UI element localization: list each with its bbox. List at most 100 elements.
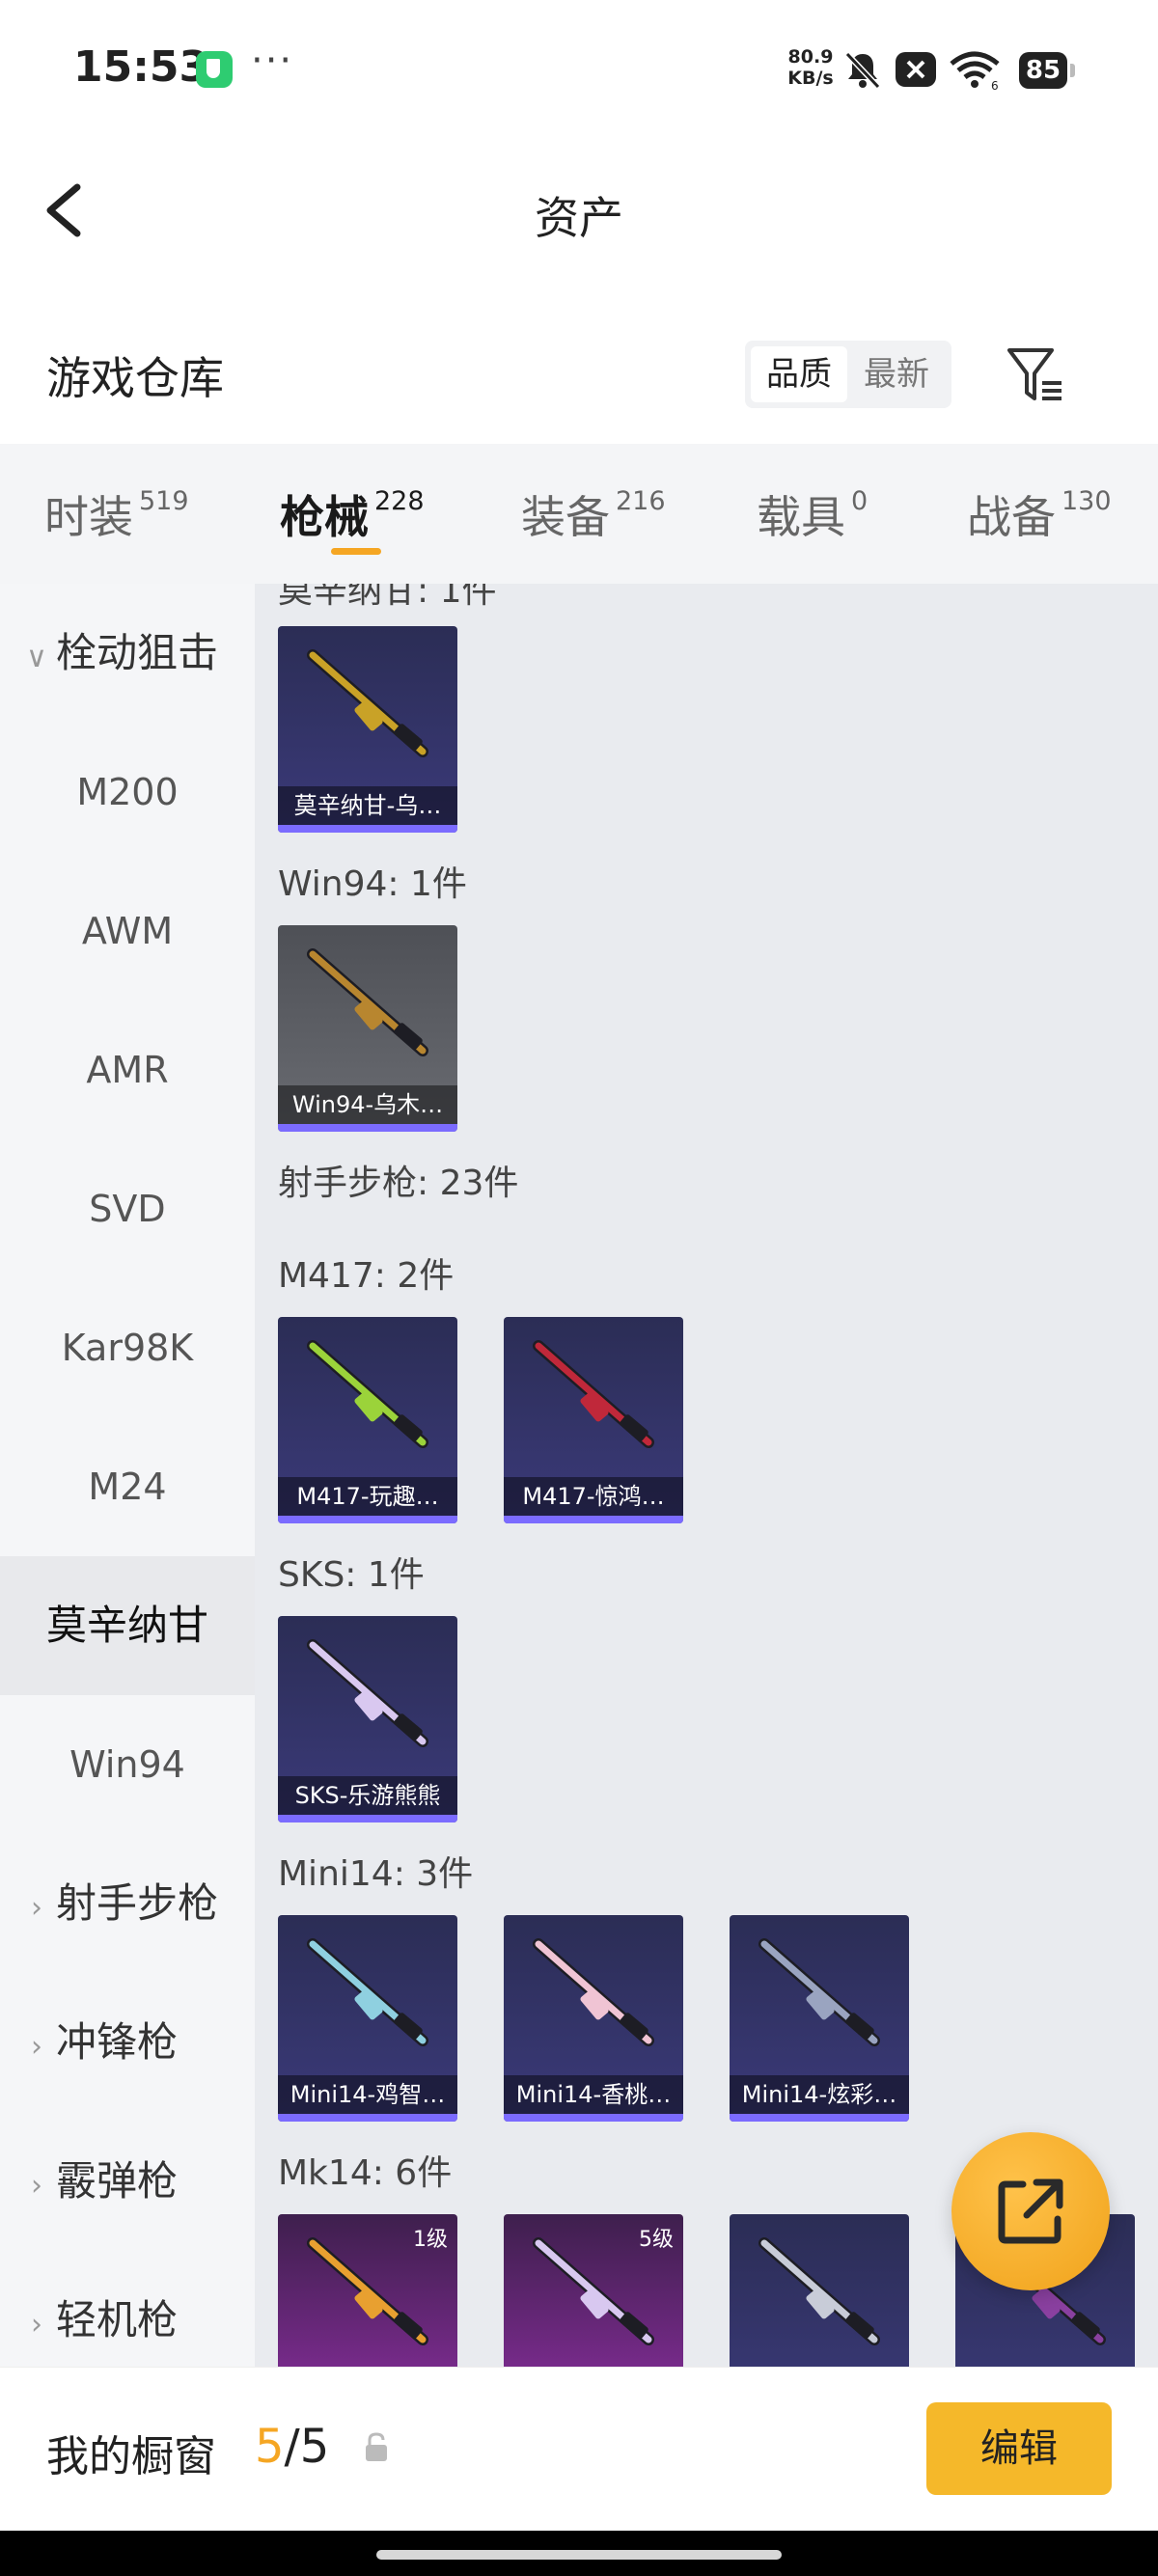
level-badge: 1级 (413, 2228, 448, 2252)
share-out-button[interactable] (951, 2132, 1110, 2290)
weapon-card[interactable]: 1级 (278, 2214, 457, 2367)
showcase-current: 5 (255, 2420, 285, 2474)
sidebar-group-shotgun[interactable]: › 霰弹枪 (0, 2112, 255, 2251)
weapon-category-sidebar: ∨ 栓动狙击 M200 AWM AMR SVD Kar98K M24 莫辛纳甘 W… (0, 584, 255, 2367)
weapon-card-name: M417-玩趣… (278, 1477, 457, 1516)
weapon-card-name: Mini14-炫彩… (730, 2075, 909, 2114)
network-speed-unit: KB/s (787, 68, 834, 89)
status-bar: 15:53 ··· 80.9 KB/s 6 85 (0, 0, 1158, 135)
tab-count: 216 (616, 486, 666, 516)
weapon-card[interactable]: 5级 (504, 2214, 683, 2367)
chevron-right-icon: › (31, 1891, 42, 1925)
tab-label: 战备 (967, 491, 1056, 543)
sidebar-item-label: 射手步枪 (56, 1879, 219, 1927)
showcase-label: 我的橱窗 (46, 2432, 216, 2481)
gun-skin-image (307, 1938, 428, 2046)
weapon-card-name: Mini14-鸡智… (278, 2075, 457, 2114)
weapon-card-name: Win94-乌木… (278, 1085, 457, 1124)
tab-vehicles[interactable]: 载具 0 (757, 482, 868, 546)
weapon-card[interactable] (730, 2214, 909, 2367)
sidebar-item-amr[interactable]: AMR (0, 1000, 255, 1139)
battery-level: 85 (1019, 52, 1075, 89)
group-label-mosin-nagant: 莫辛纳甘: 1件 (278, 584, 497, 611)
tab-firearms[interactable]: 枪械 228 (280, 482, 425, 546)
weapon-card[interactable]: Mini14-香桃… (504, 1915, 683, 2122)
sidebar-item-awm[interactable]: AWM (0, 862, 255, 1000)
sim-off-icon (896, 52, 936, 87)
category-tabs: 时装 519 枪械 228 装备 216 载具 0 战备 130 (0, 444, 1158, 584)
chevron-right-icon: › (31, 2030, 42, 2064)
weapon-card[interactable]: SKS-乐游熊熊 (278, 1616, 457, 1822)
sidebar-item-label: 霰弹枪 (56, 2157, 179, 2205)
sidebar-item-m200[interactable]: M200 (0, 723, 255, 862)
chevron-right-icon: › (31, 2308, 42, 2342)
sort-option-quality[interactable]: 品质 (751, 346, 847, 402)
sidebar-item-svd[interactable]: SVD (0, 1139, 255, 1278)
tab-count: 519 (139, 486, 189, 516)
showcase-count: 5/5 (255, 2420, 329, 2474)
svg-text:6: 6 (991, 79, 999, 91)
tab-equipment[interactable]: 装备 216 (521, 482, 666, 546)
mute-bell-icon (844, 51, 881, 90)
rarity-bar (278, 1815, 457, 1822)
active-tab-indicator (331, 548, 381, 555)
wifi-icon: 6 (950, 51, 1000, 91)
showcase-total: /5 (284, 2420, 330, 2474)
sidebar-item-mosin-nagant[interactable]: 莫辛纳甘 (0, 1556, 255, 1695)
gun-skin-image (758, 2237, 880, 2345)
gun-skin-image (307, 649, 428, 757)
status-time: 15:53 (73, 42, 209, 92)
weapon-card-name: Mini14-香桃… (504, 2075, 683, 2114)
navigation-bar (0, 2531, 1158, 2576)
group-label-marksman-rifle: 射手步枪: 23件 (278, 1164, 519, 1203)
tab-label: 载具 (757, 491, 845, 543)
rarity-bar (504, 2114, 683, 2122)
tab-label: 时装 (44, 491, 133, 543)
chevron-right-icon: › (31, 2169, 42, 2203)
group-label-mk14: Mk14: 6件 (278, 2153, 453, 2193)
tab-count: 0 (851, 486, 868, 516)
sidebar-group-smg[interactable]: › 冲锋枪 (0, 1973, 255, 2112)
gun-skin-image (533, 1938, 654, 2046)
group-label-mini14: Mini14: 3件 (278, 1854, 474, 1894)
gun-skin-image (307, 1639, 428, 1747)
weapon-card[interactable]: Win94-乌木… (278, 925, 457, 1132)
home-indicator[interactable] (376, 2550, 782, 2560)
sidebar-group-bolt-sniper[interactable]: ∨ 栓动狙击 (0, 584, 255, 723)
rarity-bar (278, 825, 457, 833)
sidebar-group-lmg[interactable]: › 轻机枪 (0, 2251, 255, 2367)
gun-skin-image (533, 1340, 654, 1448)
weapon-card[interactable]: M417-玩趣… (278, 1317, 457, 1523)
gun-skin-image (307, 1340, 428, 1448)
weapon-card[interactable]: M417-惊鸿… (504, 1317, 683, 1523)
group-label-win94: Win94: 1件 (278, 864, 467, 904)
filter-button[interactable] (1004, 343, 1067, 406)
sidebar-item-label: 栓动狙击 (56, 629, 219, 676)
weapon-card[interactable]: 莫辛纳甘-乌… (278, 626, 457, 833)
lock-icon (366, 2432, 387, 2461)
page-title: 资产 (535, 192, 623, 244)
gun-skin-image (307, 948, 428, 1056)
weapon-card-name: SKS-乐游熊熊 (278, 1776, 457, 1815)
sidebar-group-marksman-rifle[interactable]: › 射手步枪 (0, 1834, 255, 1973)
sidebar-item-label: 冲锋枪 (56, 2018, 179, 2066)
edit-button[interactable]: 编辑 (926, 2402, 1112, 2495)
sidebar-item-kar98k[interactable]: Kar98K (0, 1278, 255, 1417)
sort-option-newest[interactable]: 最新 (847, 346, 946, 402)
rarity-bar (278, 1516, 457, 1523)
more-notifications-icon: ··· (251, 39, 294, 83)
chevron-down-icon: ∨ (26, 641, 47, 674)
sidebar-item-win94[interactable]: Win94 (0, 1695, 255, 1834)
tab-combat-gear[interactable]: 战备 130 (967, 482, 1112, 546)
weapon-card[interactable]: Mini14-炫彩… (730, 1915, 909, 2122)
tab-label: 装备 (521, 491, 610, 543)
weapon-card-name: M417-惊鸿… (504, 1477, 683, 1516)
weapon-card[interactable]: Mini14-鸡智… (278, 1915, 457, 2122)
weapon-card-name: 莫辛纳甘-乌… (278, 786, 457, 825)
tab-fashion[interactable]: 时装 519 (44, 482, 189, 546)
gun-skin-image (758, 1938, 880, 2046)
rarity-bar (278, 2114, 457, 2122)
filter-icon (1007, 348, 1062, 400)
sidebar-item-m24[interactable]: M24 (0, 1417, 255, 1556)
weapon-grid: 莫辛纳甘: 1件 莫辛纳甘-乌… Win94: 1件 Win94-乌木… 射手步… (255, 584, 1158, 2367)
